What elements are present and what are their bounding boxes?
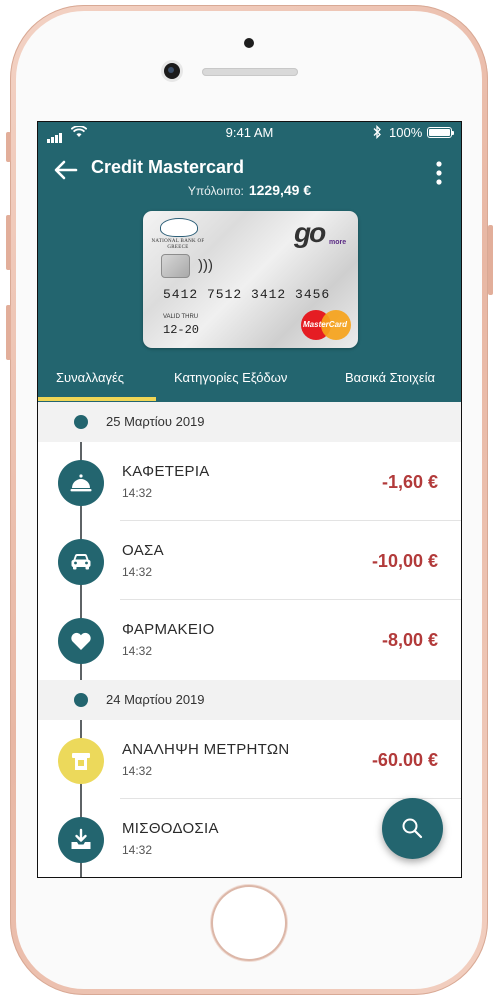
date-label: 24 Μαρτίου 2019 [106, 692, 205, 707]
date-header: 25 Μαρτίου 2019 [38, 402, 461, 442]
transaction-name: ΚΑΦΕΤΕΡΙΑ [122, 463, 210, 480]
mastercard-logo-text: MasterCard [303, 320, 348, 329]
page-title: Credit Mastercard [91, 157, 245, 177]
balance: Υπόλοιπο: 1229,49 € [38, 182, 461, 198]
tab-basic-info[interactable]: Βασικά Στοιχεία [345, 370, 435, 385]
transaction-name: ΟΑΣΑ [122, 542, 164, 559]
volume-up-button [6, 215, 11, 270]
mastercard-logo-icon: MasterCard [301, 310, 351, 340]
card-brand: go [294, 217, 326, 248]
transaction-amount: -8,00 € [381, 630, 438, 650]
transaction-amount: -10,00 € [371, 551, 438, 571]
date-header: 24 Μαρτίου 2019 [38, 680, 461, 720]
search-icon [402, 818, 423, 839]
tab-bar: Συναλλαγές Κατηγορίες Εξόδων Βασικά Στοι… [38, 360, 461, 402]
transaction-row[interactable]: ΟΑΣΑ 14:32 -10,00 € [38, 521, 461, 600]
battery-icon [427, 127, 454, 138]
transaction-name: ΜΙΣΘΟΔΟΣΙΑ [122, 820, 219, 837]
proximity-sensor [244, 38, 254, 48]
balance-amount: 1229,49 € [248, 182, 312, 198]
search-fab-button[interactable] [382, 798, 443, 859]
atm-icon [58, 738, 104, 784]
car-icon [58, 539, 104, 585]
transaction-name: ΦΑΡΜΑΚΕΙΟ [122, 621, 215, 638]
home-button[interactable] [213, 887, 285, 959]
heart-icon [58, 618, 104, 664]
power-button [488, 225, 493, 295]
timeline-dot [74, 693, 88, 707]
tab-expense-categories[interactable]: Κατηγορίες Εξόδων [174, 370, 287, 385]
mute-switch [6, 132, 11, 162]
cloche-icon [58, 460, 104, 506]
credit-card-image[interactable]: NATIONAL BANK OF GREECE go more ))) 5412… [143, 211, 358, 348]
card-valid-label: VALID THRU [163, 314, 199, 320]
card-brand-sub: more [329, 239, 347, 246]
card-chip-icon [161, 254, 190, 278]
transaction-row[interactable]: ΚΑΦΕΤΕΡΙΑ 14:32 -1,60 € [38, 442, 461, 521]
timeline-dot [74, 415, 88, 429]
date-label: 25 Μαρτίου 2019 [106, 414, 205, 429]
transaction-time: 14:32 [122, 565, 153, 579]
transaction-row[interactable]: ΑΝΑΛΗΨΗ ΜΕΤΡΗΤΩΝ 14:32 -60.00 € [38, 720, 461, 799]
transaction-time: 14:32 [122, 764, 153, 778]
card-valid-date: 12-20 [163, 323, 200, 337]
contactless-icon: ))) [198, 257, 213, 274]
app-screen: 9:41 AM 100% Credit Mastercard Υπόλοιπο:… [37, 121, 462, 878]
transaction-row[interactable]: ΦΑΡΜΑΚΕΙΟ 14:32 -8,00 € [38, 600, 461, 679]
active-tab-indicator [38, 397, 156, 401]
balance-label: Υπόλοιπο: [187, 184, 244, 198]
transaction-name: ΑΝΑΛΗΨΗ ΜΕΤΡΗΤΩΝ [122, 741, 290, 758]
transaction-amount: -60.00 € [371, 750, 438, 770]
card-bank-name: NATIONAL BANK OF GREECE [151, 239, 205, 250]
card-number: 5412 7512 3412 3456 [163, 287, 331, 302]
volume-down-button [6, 305, 11, 360]
transaction-time: 14:32 [122, 644, 153, 658]
app-header: 9:41 AM 100% Credit Mastercard Υπόλοιπο:… [38, 122, 461, 402]
transaction-time: 14:32 [122, 486, 153, 500]
battery-percent: 100% [389, 125, 423, 140]
front-camera [164, 63, 180, 79]
earpiece-speaker [202, 68, 298, 76]
bank-logo-icon [160, 218, 198, 237]
status-bar: 9:41 AM 100% [38, 122, 461, 143]
back-arrow-icon[interactable] [54, 160, 78, 180]
bluetooth-icon [373, 125, 381, 139]
transaction-time: 14:32 [122, 843, 153, 857]
transaction-amount: -1,60 € [381, 472, 438, 492]
tab-transactions[interactable]: Συναλλαγές [56, 370, 124, 385]
inbox-download-icon [58, 817, 104, 863]
